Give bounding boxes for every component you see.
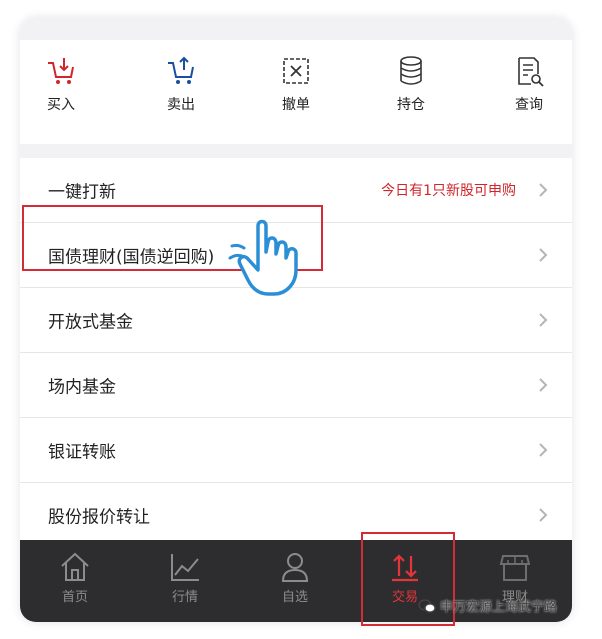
sell-button[interactable]: 卖出	[141, 54, 221, 134]
tab-label: 行情	[171, 590, 198, 605]
app-frame: 买入 卖出 撤单 持仓 查询 一键打新 今日有1只新股可申购 国债理财(国债逆回…	[20, 18, 572, 622]
cart-down-icon	[48, 58, 74, 84]
tab-watchlist[interactable]: 自选	[240, 540, 350, 622]
cancel-order-icon	[283, 58, 309, 84]
wechat-icon	[418, 598, 436, 613]
sell-label: 卖出	[167, 97, 195, 113]
chevron-right-icon	[539, 248, 548, 262]
menu-item-label: 场内基金	[48, 377, 116, 398]
cancel-order-label: 撤单	[282, 97, 310, 113]
query-button[interactable]: 查询	[489, 54, 569, 134]
buy-label: 买入	[47, 97, 75, 113]
home-icon	[61, 552, 89, 581]
chevron-right-icon	[539, 183, 548, 197]
tab-home[interactable]: 首页	[20, 540, 130, 622]
chevron-right-icon	[539, 443, 548, 457]
cancel-order-button[interactable]: 撤单	[256, 54, 336, 134]
chart-line-icon	[171, 554, 199, 581]
chevron-right-icon	[539, 378, 548, 392]
menu-item-label: 股份报价转让	[48, 507, 150, 528]
pointing-hand-icon	[228, 219, 298, 296]
buy-button[interactable]: 买入	[21, 54, 101, 134]
document-search-icon	[518, 57, 544, 87]
query-label: 查询	[515, 97, 543, 113]
menu-item-label: 银证转账	[48, 442, 116, 463]
quick-action-bar: 买入 卖出 撤单 持仓 查询	[20, 40, 572, 144]
menu-item-label: 一键打新	[48, 182, 116, 203]
menu-item-exchange-fund[interactable]: 场内基金	[20, 353, 572, 418]
cart-up-icon	[168, 56, 194, 84]
menu-item-bank-transfer[interactable]: 银证转账	[20, 418, 572, 483]
database-icon	[400, 56, 422, 85]
chevron-right-icon	[539, 508, 548, 522]
top-spacer	[20, 18, 572, 40]
tab-label: 首页	[61, 590, 88, 605]
holdings-button[interactable]: 持仓	[371, 54, 451, 134]
store-icon	[499, 555, 531, 581]
watermark-text: 申万宏源上海武宁路	[440, 600, 558, 615]
tab-market[interactable]: 行情	[130, 540, 240, 622]
chevron-right-icon	[539, 313, 548, 327]
holdings-label: 持仓	[397, 97, 425, 113]
menu-item-label: 开放式基金	[48, 312, 133, 333]
user-icon	[281, 553, 309, 582]
tab-label: 自选	[281, 590, 308, 605]
menu-item-share-quote-transfer[interactable]: 股份报价转让	[20, 483, 572, 548]
ipo-notice: 今日有1只新股可申购	[381, 183, 516, 199]
watermark: 申万宏源上海武宁路	[418, 596, 557, 615]
section-gap	[20, 144, 572, 158]
